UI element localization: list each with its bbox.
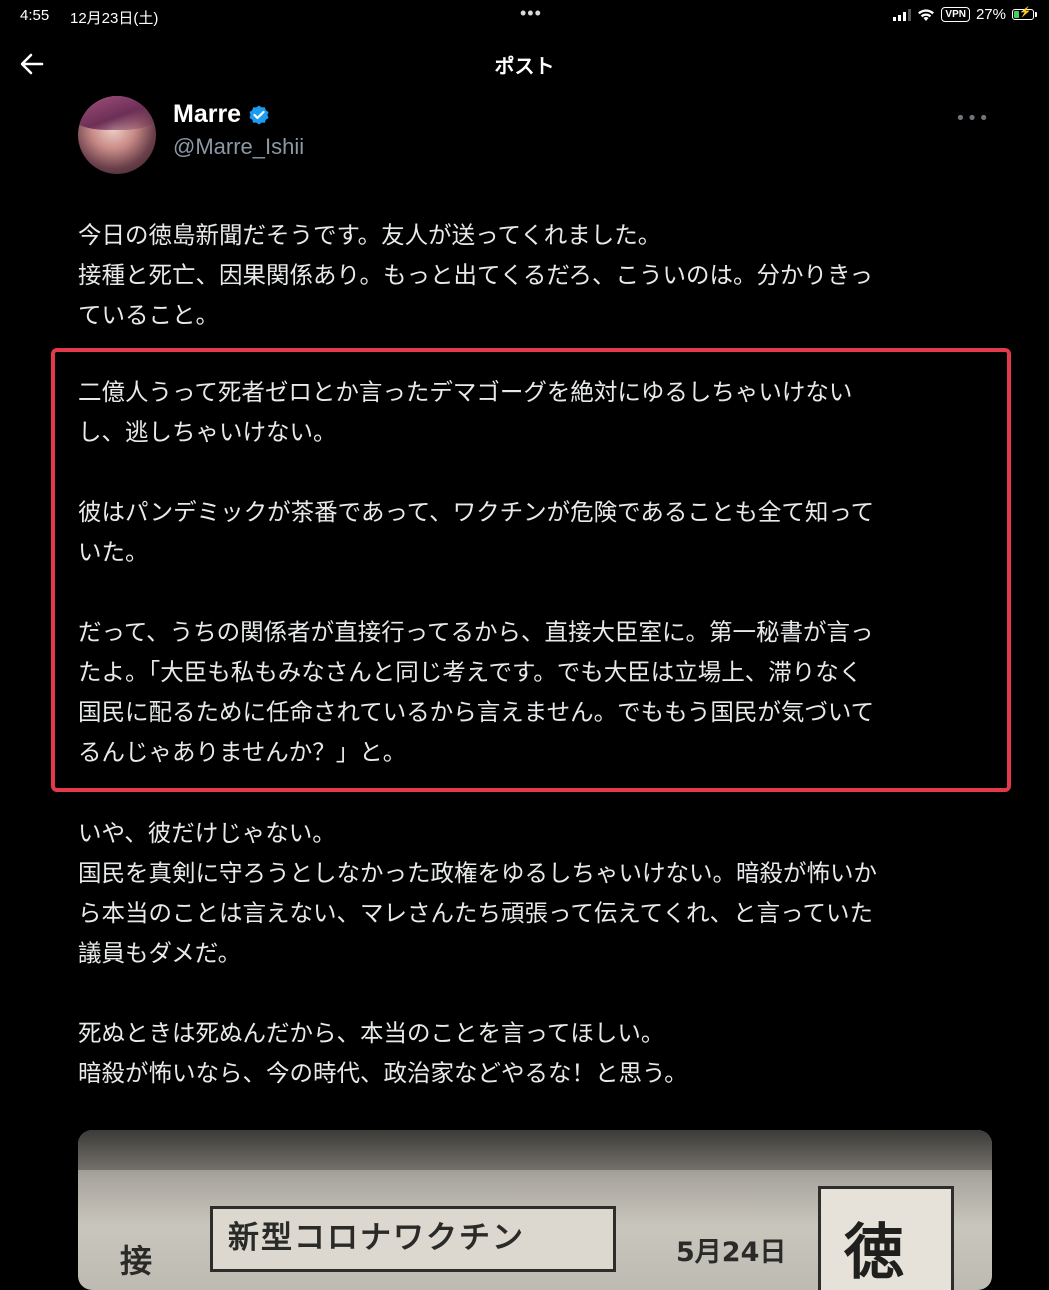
battery-icon: ⚡ [1012,7,1037,20]
post-text-intro: 今日の徳島新聞だそうです。友人が送ってくれました。 接種と死亡、因果関係あり。も… [78,221,874,329]
status-bar: 4:55 12月23日(土) ••• VPN 27% ⚡ [0,0,1049,32]
status-date: 12月23日(土) [70,10,159,27]
newspaper-date: 5月24日 [676,1237,787,1268]
battery-percent: 27% [975,6,1006,23]
top-nav-bar: ポスト [0,32,1049,95]
wifi-icon [918,8,935,21]
avatar[interactable] [78,96,156,174]
author-handle[interactable]: @Marre_Ishii [173,134,304,160]
newspaper-side-char: 接 [120,1242,153,1280]
post-text-closing: いや、彼だけじゃない。 国民を真剣に守ろうとしなかった政権をゆるしちゃいけない。… [78,819,877,1087]
status-time: 4:55 [20,7,50,24]
page-title: ポスト [494,54,555,78]
multitasking-dots-icon[interactable]: ••• [520,3,542,24]
newspaper-headline: 新型コロナワクチン [228,1220,525,1256]
verified-badge-icon [249,105,269,124]
cellular-signal-icon [893,8,912,21]
post-author: Marre @Marre_Ishii ••• [78,96,998,176]
newspaper-masthead: 徳 [844,1218,904,1288]
more-horizontal-icon[interactable]: ••• [955,108,990,129]
post-media-image[interactable]: 新型コロナワクチン 接 5月24日 徳 [78,1130,992,1290]
author-name-row[interactable]: Marre [173,100,271,129]
vpn-badge: VPN [941,7,970,22]
author-name[interactable]: Marre [173,100,241,129]
post-text-highlighted: 二億人うって死者ゼロとか言ったデマゴーグを絶対にゆるしちゃいけない し、逃しちゃ… [78,378,875,766]
status-indicators: VPN 27% ⚡ [893,6,1037,23]
